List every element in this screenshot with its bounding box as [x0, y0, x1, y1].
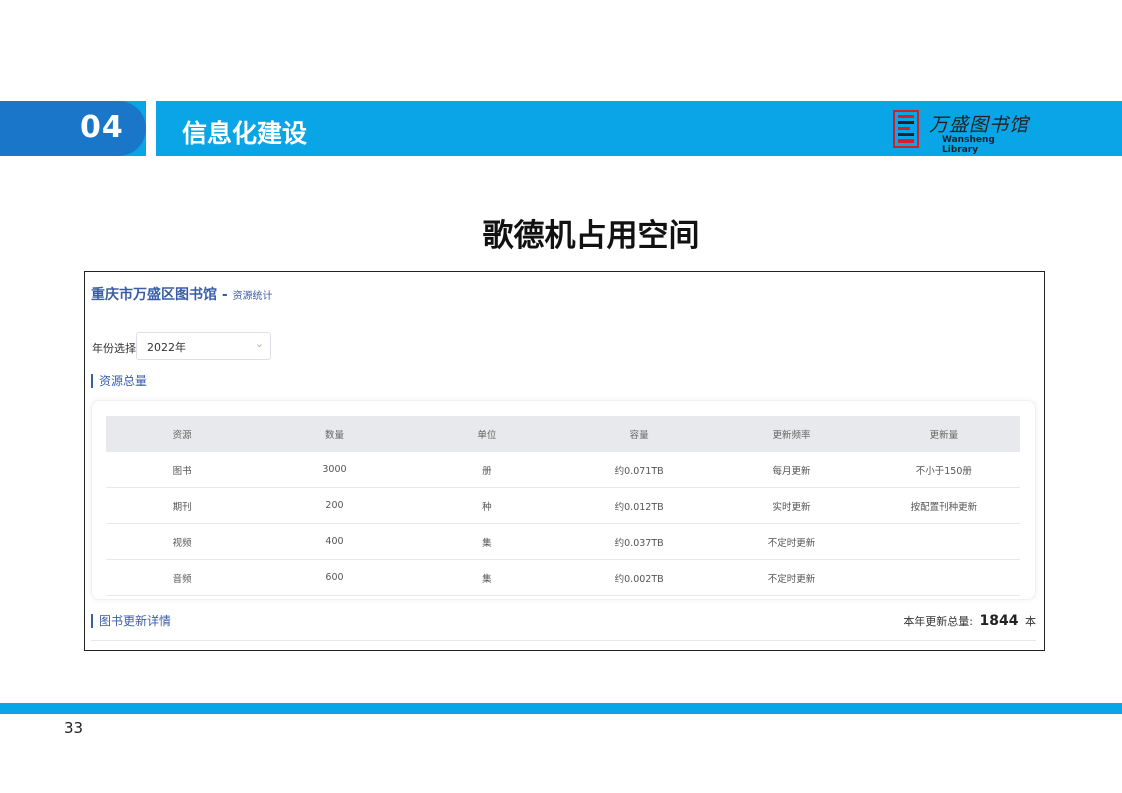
table-cell	[867, 559, 1020, 596]
total-label: 本年更新总量:	[903, 615, 974, 628]
app-title-text: 重庆市万盛区图书馆 -	[91, 287, 228, 303]
header-number-pill	[0, 101, 146, 156]
table-cell: 按配置刊种更新	[867, 487, 1020, 524]
table-cell: 3000	[258, 452, 411, 488]
total-unit: 本	[1025, 615, 1036, 628]
table-cell: 200	[258, 487, 411, 524]
footer-band	[0, 703, 1122, 714]
header-divider	[146, 101, 156, 156]
logo-chinese-text: 万盛图书馆	[929, 114, 1030, 136]
table-cell: 不定时更新	[715, 523, 868, 560]
column-header-unit: 单位	[410, 416, 563, 452]
section-resources-label: 资源总量	[91, 374, 147, 388]
table-cell: 期刊	[106, 487, 259, 524]
table-cell: 集	[410, 523, 563, 560]
library-seal-icon	[893, 110, 919, 148]
total-value: 1844	[979, 613, 1019, 629]
app-screenshot: 重庆市万盛区图书馆 - 资源统计 年份选择: 2022年 ⌄ 资源总量 资源 数…	[84, 271, 1045, 651]
table-cell: 每月更新	[715, 452, 868, 488]
divider	[91, 640, 1036, 641]
column-header-quantity: 数量	[258, 416, 411, 452]
table-cell: 种	[410, 487, 563, 524]
column-header-capacity: 容量	[562, 416, 716, 452]
table-cell: 约0.071TB	[562, 452, 716, 488]
column-header-amount: 更新量	[867, 416, 1020, 452]
year-label: 年份选择:	[92, 342, 140, 355]
app-title: 重庆市万盛区图书馆 - 资源统计	[91, 284, 273, 304]
logo-english-text: Wansheng Library	[942, 135, 995, 155]
page-heading: 歌德机占用空间	[482, 218, 700, 254]
table-cell: 不小于150册	[867, 452, 1020, 488]
table-cell: 400	[258, 523, 411, 560]
resource-table: 资源 数量 单位 容量 更新频率 更新量 图书 3000 册 约0.071TB …	[106, 416, 1020, 596]
table-cell: 约0.002TB	[562, 559, 716, 596]
column-header-resource: 资源	[106, 416, 259, 452]
table-cell: 册	[410, 452, 563, 488]
table-cell: 实时更新	[715, 487, 868, 524]
table-cell: 视频	[106, 523, 259, 560]
table-cell: 音频	[106, 559, 259, 596]
year-select-value: 2022年	[147, 341, 186, 354]
table-cell: 不定时更新	[715, 559, 868, 596]
library-logo: 万盛图书馆 Wansheng Library	[893, 110, 1033, 155]
table-row: 图书 3000 册 约0.071TB 每月更新 不小于150册	[106, 452, 1020, 488]
table-cell	[867, 523, 1020, 560]
table-header-row: 资源 数量 单位 容量 更新频率 更新量	[106, 416, 1020, 452]
annual-update-total: 本年更新总量: 1844 本	[903, 613, 1036, 629]
table-cell: 约0.012TB	[562, 487, 716, 524]
page-number: 33	[64, 719, 84, 737]
chevron-down-icon: ⌄	[254, 337, 264, 350]
table-row: 音频 600 集 约0.002TB 不定时更新	[106, 559, 1020, 596]
table-cell: 约0.037TB	[562, 523, 716, 560]
table-cell: 图书	[106, 452, 259, 488]
section-books-label[interactable]: 图书更新详情	[91, 614, 171, 628]
app-subtitle: 资源统计	[232, 291, 273, 302]
table-cell: 集	[410, 559, 563, 596]
resource-table-card: 资源 数量 单位 容量 更新频率 更新量 图书 3000 册 约0.071TB …	[91, 400, 1036, 600]
column-header-frequency: 更新频率	[715, 416, 868, 452]
table-row: 视频 400 集 约0.037TB 不定时更新	[106, 523, 1020, 560]
year-select[interactable]: 2022年 ⌄	[136, 332, 271, 360]
section-title: 信息化建设	[182, 119, 308, 148]
section-number: 04	[80, 110, 124, 145]
table-cell: 600	[258, 559, 411, 596]
table-row: 期刊 200 种 约0.012TB 实时更新 按配置刊种更新	[106, 487, 1020, 524]
